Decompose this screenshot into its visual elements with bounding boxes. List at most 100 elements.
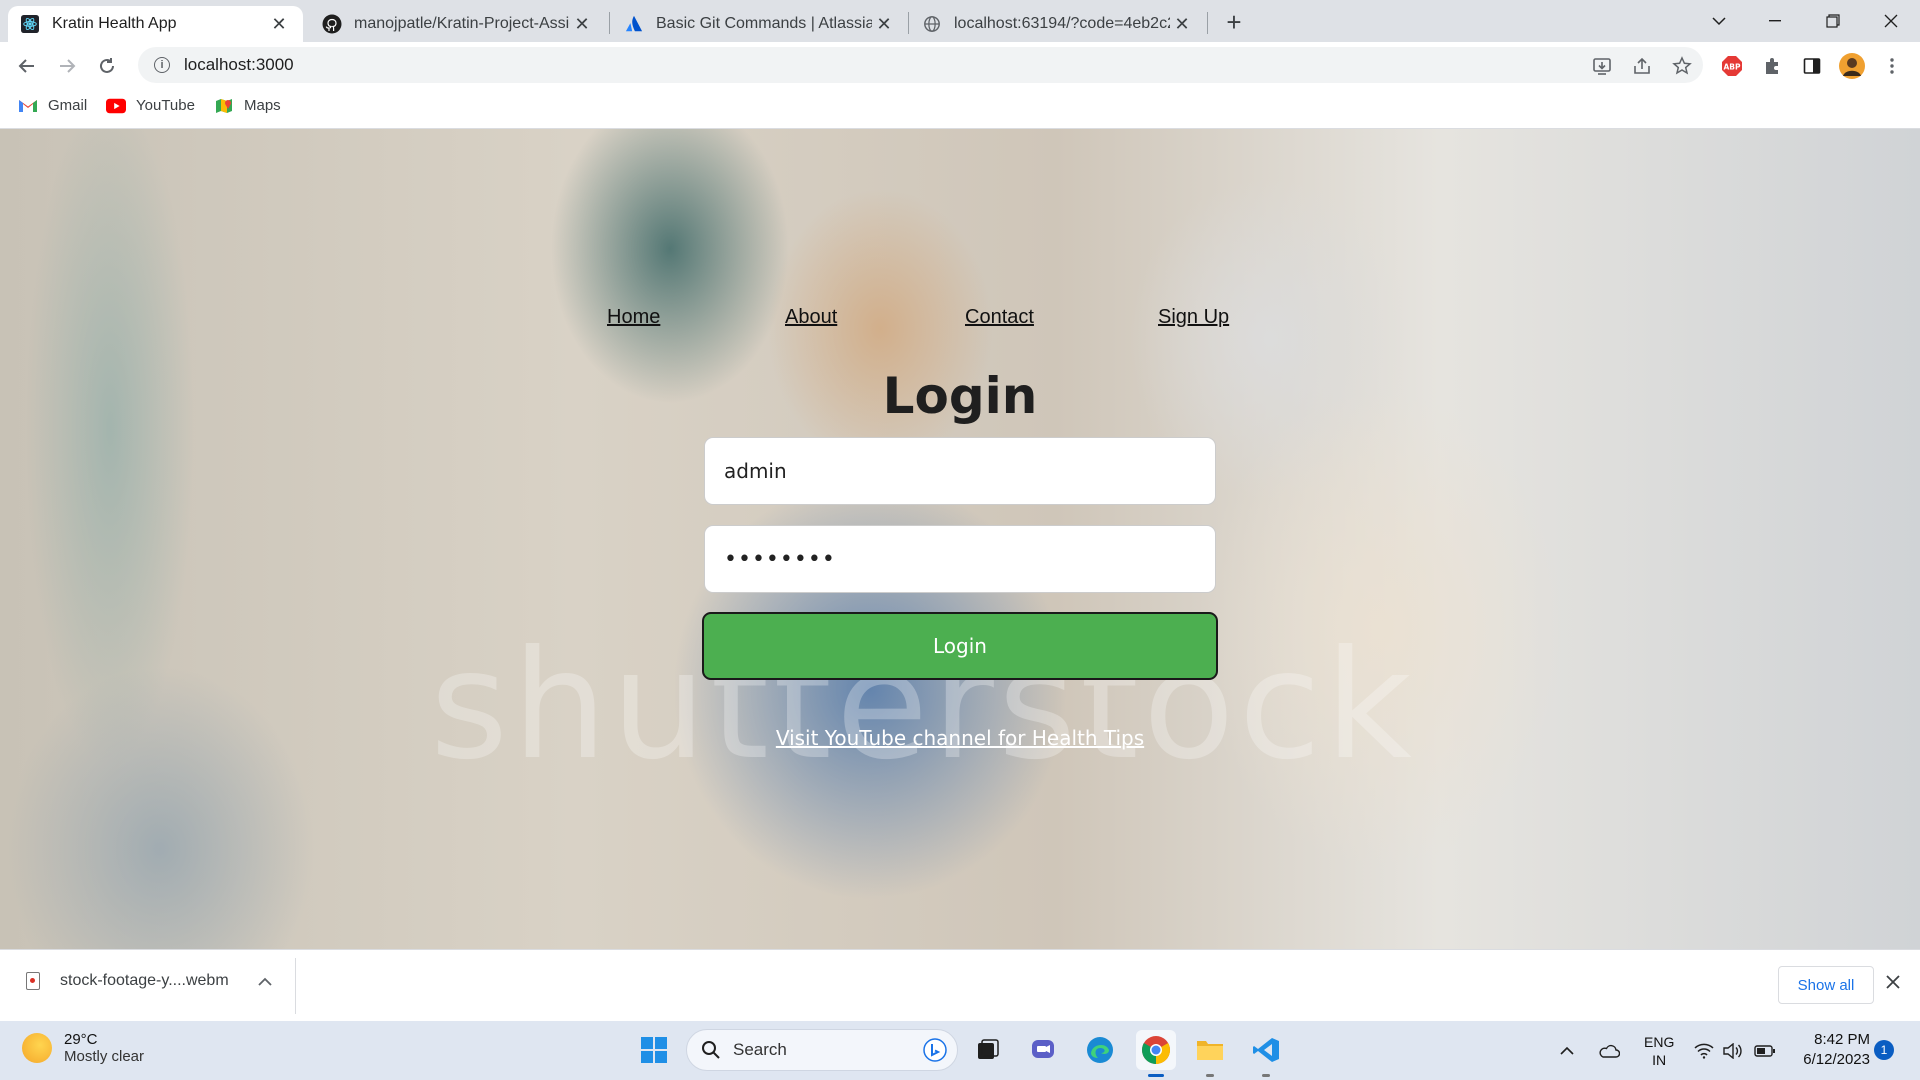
show-hidden-icons[interactable] <box>1560 1021 1574 1080</box>
time-text: 8:42 PM <box>1814 1031 1870 1048</box>
download-item[interactable]: stock-footage-y....webm <box>26 972 229 990</box>
search-placeholder: Search <box>733 1040 787 1059</box>
tab-kratin-health-app[interactable]: Kratin Health App ✕ <box>8 6 303 42</box>
close-shelf-icon[interactable] <box>1886 972 1900 995</box>
nav-signup-link[interactable]: Sign Up <box>1158 306 1229 329</box>
page-title: Login <box>882 367 1038 425</box>
region-text: IN <box>1652 1051 1667 1068</box>
edge-icon[interactable] <box>1080 1030 1120 1070</box>
restore-icon[interactable] <box>1806 0 1860 42</box>
taskbar: 29°C Mostly clear Search ENG IN 8:42 PM … <box>0 1021 1920 1080</box>
tab-github[interactable]: manojpatle/Kratin-Project-Assign ✕ <box>310 6 606 42</box>
bookmark-star-icon[interactable] <box>1668 52 1696 80</box>
shelf-divider <box>295 958 296 1014</box>
tab-title: localhost:63194/?code=4eb2c2cc <box>954 15 1170 32</box>
atlassian-icon <box>624 14 644 34</box>
github-icon <box>322 14 342 34</box>
url-text: localhost:3000 <box>184 55 294 74</box>
teams-chat-icon[interactable] <box>1024 1030 1064 1070</box>
forward-arrow-icon[interactable] <box>51 50 83 82</box>
chevron-up-icon[interactable] <box>258 974 272 992</box>
tab-title: manojpatle/Kratin-Project-Assign <box>354 15 570 32</box>
reload-icon[interactable] <box>91 50 123 82</box>
wifi-icon[interactable] <box>1694 1021 1714 1080</box>
extensions-icon[interactable] <box>1758 52 1786 80</box>
weather-condition: Mostly clear <box>64 1048 145 1065</box>
bookmarks-bar: Gmail YouTube Maps <box>0 89 1920 129</box>
maps-icon <box>214 98 234 114</box>
side-panel-icon[interactable] <box>1798 52 1826 80</box>
close-tab-icon[interactable]: ✕ <box>872 12 896 36</box>
weather-icon <box>22 1033 52 1063</box>
tab-title: Kratin Health App <box>52 15 177 32</box>
date-text: 6/12/2023 <box>1803 1051 1870 1068</box>
tab-title: Basic Git Commands | Atlassian G <box>656 15 872 32</box>
login-button[interactable]: Login <box>702 612 1218 680</box>
vscode-icon[interactable] <box>1246 1030 1286 1077</box>
tab-separator <box>609 12 610 34</box>
tab-separator <box>908 12 909 34</box>
tab-search-icon[interactable] <box>1692 0 1746 42</box>
tab-atlassian[interactable]: Basic Git Commands | Atlassian G ✕ <box>612 6 908 42</box>
close-window-icon[interactable] <box>1864 0 1918 42</box>
notification-badge[interactable]: 1 <box>1874 1040 1894 1060</box>
svg-text:ABP: ABP <box>1723 63 1741 72</box>
running-indicator <box>1206 1074 1214 1077</box>
taskbar-search[interactable]: Search <box>686 1029 958 1071</box>
active-indicator <box>1148 1074 1164 1077</box>
menu-kebab-icon[interactable] <box>1878 52 1906 80</box>
adblock-plus-icon[interactable]: ABP <box>1718 52 1746 80</box>
close-tab-icon[interactable]: ✕ <box>570 12 594 36</box>
tab-localhost-63194[interactable]: localhost:63194/?code=4eb2c2cc ✕ <box>910 6 1206 42</box>
bookmark-label: Gmail <box>48 97 88 114</box>
show-all-button[interactable]: Show all <box>1778 966 1874 1004</box>
minimize-icon[interactable] <box>1748 0 1802 42</box>
language-indicator[interactable]: ENG IN <box>1644 1021 1674 1080</box>
file-explorer-icon[interactable] <box>1190 1030 1230 1077</box>
bookmark-gmail[interactable]: Gmail <box>18 97 87 114</box>
bing-icon <box>923 1038 947 1067</box>
tab-strip: Kratin Health App ✕ manojpatle/Kratin-Pr… <box>0 0 1920 42</box>
nav-about-link[interactable]: About <box>785 306 837 329</box>
site-info-icon[interactable]: i <box>154 57 170 73</box>
close-tab-icon[interactable]: ✕ <box>267 12 291 36</box>
page-content: shutterstock Home About Contact Sign Up … <box>0 129 1920 949</box>
new-tab-button[interactable]: + <box>1220 7 1248 37</box>
youtube-channel-link[interactable]: Visit YouTube channel for Health Tips <box>0 726 1920 750</box>
temperature: 29°C <box>64 1031 98 1048</box>
bookmark-maps[interactable]: Maps <box>214 97 281 114</box>
share-icon[interactable] <box>1628 52 1656 80</box>
taskbar-clock[interactable]: 8:42 PM 6/12/2023 <box>1790 1030 1870 1070</box>
profile-avatar[interactable] <box>1838 52 1866 80</box>
task-view-icon[interactable] <box>968 1030 1008 1070</box>
bookmark-youtube[interactable]: YouTube <box>106 97 195 114</box>
nav-contact-link[interactable]: Contact <box>965 306 1034 329</box>
back-arrow-icon[interactable] <box>11 50 43 82</box>
bookmark-label: Maps <box>244 97 281 114</box>
install-app-icon[interactable] <box>1588 52 1616 80</box>
start-button[interactable] <box>634 1030 674 1070</box>
chrome-taskbar-icon[interactable] <box>1136 1030 1176 1077</box>
file-icon <box>26 972 40 990</box>
gmail-icon <box>18 98 38 114</box>
language-text: ENG <box>1644 1033 1675 1050</box>
search-icon <box>702 1041 720 1059</box>
weather-widget[interactable]: 29°C Mostly clear <box>22 1031 144 1065</box>
volume-icon[interactable] <box>1722 1021 1742 1080</box>
address-bar[interactable]: i localhost:3000 <box>138 47 1703 83</box>
download-file-name: stock-footage-y....webm <box>60 972 229 989</box>
onedrive-icon[interactable] <box>1598 1021 1620 1080</box>
bookmark-label: YouTube <box>136 97 195 114</box>
password-field[interactable]: •••••••• <box>704 525 1216 593</box>
nav-home-link[interactable]: Home <box>607 306 660 329</box>
battery-icon[interactable] <box>1754 1021 1776 1080</box>
download-shelf: stock-footage-y....webm Show all <box>0 949 1920 1021</box>
react-icon <box>20 14 40 34</box>
username-field[interactable]: admin <box>704 437 1216 505</box>
running-indicator <box>1262 1074 1270 1077</box>
browser-toolbar: i localhost:3000 ABP <box>0 42 1920 89</box>
youtube-icon <box>106 98 126 114</box>
close-tab-icon[interactable]: ✕ <box>1170 12 1194 36</box>
globe-icon <box>922 14 942 34</box>
tab-separator <box>1207 12 1208 34</box>
